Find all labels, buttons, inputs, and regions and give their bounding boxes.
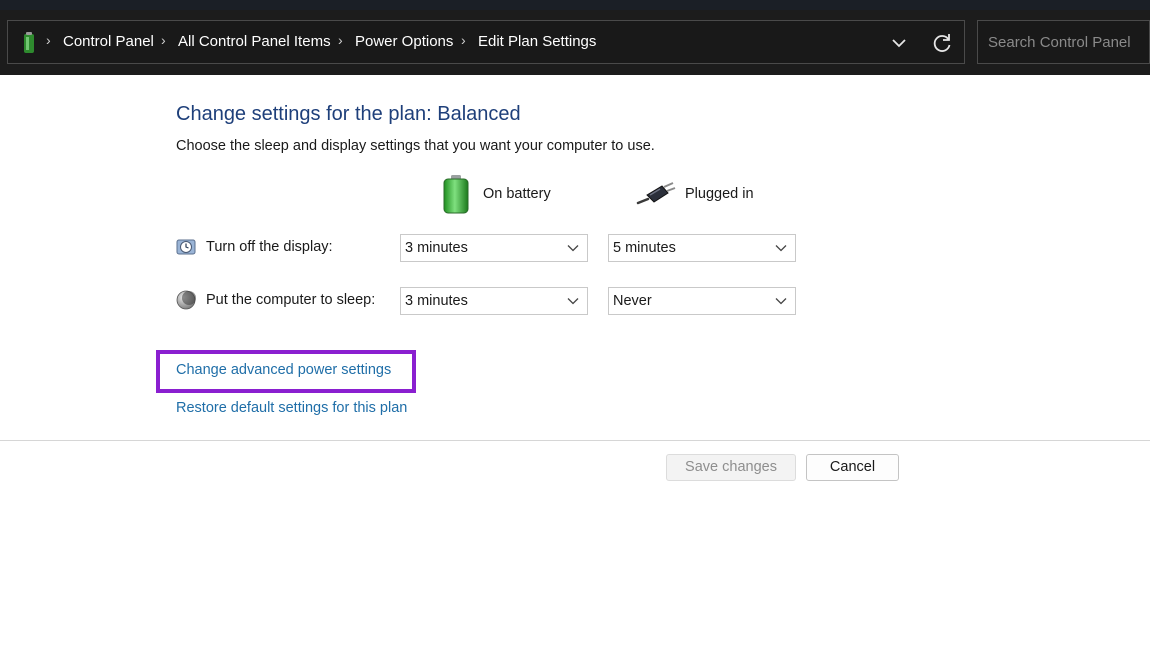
display-plugged-in-select[interactable]: 5 minutes <box>608 234 796 262</box>
restore-default-settings-link[interactable]: Restore default settings for this plan <box>176 400 407 416</box>
chevron-down-icon <box>775 298 787 305</box>
sleep-plugged-in-select[interactable]: Never <box>608 287 796 315</box>
breadcrumb-all-items[interactable]: All Control Panel Items <box>178 33 331 50</box>
page-subtitle: Choose the sleep and display settings th… <box>176 138 655 154</box>
breadcrumb-separator: › <box>46 32 51 48</box>
refresh-icon[interactable] <box>930 31 954 55</box>
power-plug-icon <box>636 182 676 205</box>
chevron-down-icon <box>775 245 787 252</box>
select-value: 5 minutes <box>613 240 676 256</box>
select-value: 3 minutes <box>405 293 468 309</box>
turn-off-display-label: Turn off the display: <box>206 239 333 255</box>
breadcrumb-edit-plan-settings[interactable]: Edit Plan Settings <box>478 33 596 50</box>
breadcrumb-power-options[interactable]: Power Options <box>355 33 453 50</box>
address-bar: › Control Panel › All Control Panel Item… <box>0 10 1150 75</box>
divider <box>0 440 1150 441</box>
chevron-down-icon <box>567 245 579 252</box>
window-top-strip <box>0 0 1150 10</box>
chevron-down-icon[interactable] <box>889 34 909 52</box>
select-value: Never <box>613 293 652 309</box>
plugged-in-label: Plugged in <box>685 186 754 202</box>
power-options-icon <box>24 32 34 53</box>
breadcrumb-control-panel[interactable]: Control Panel <box>63 33 154 50</box>
display-icon <box>176 239 196 255</box>
cancel-button[interactable]: Cancel <box>806 454 899 481</box>
select-value: 3 minutes <box>405 240 468 256</box>
sleep-on-battery-select[interactable]: 3 minutes <box>400 287 588 315</box>
battery-icon <box>443 175 469 214</box>
page-title: Change settings for the plan: Balanced <box>176 103 521 125</box>
breadcrumb-separator: › <box>338 32 343 48</box>
save-changes-button[interactable]: Save changes <box>666 454 796 481</box>
sleep-label: Put the computer to sleep: <box>206 292 376 308</box>
search-input[interactable]: Search Control Panel <box>988 34 1131 51</box>
breadcrumb-separator: › <box>161 32 166 48</box>
search-box[interactable]: Search Control Panel <box>977 20 1150 64</box>
display-on-battery-select[interactable]: 3 minutes <box>400 234 588 262</box>
sleep-moon-icon <box>176 290 196 310</box>
breadcrumb-separator: › <box>461 32 466 48</box>
address-box[interactable]: › Control Panel › All Control Panel Item… <box>7 20 965 64</box>
chevron-down-icon <box>567 298 579 305</box>
change-advanced-power-settings-link[interactable]: Change advanced power settings <box>176 362 391 378</box>
on-battery-label: On battery <box>483 186 551 202</box>
